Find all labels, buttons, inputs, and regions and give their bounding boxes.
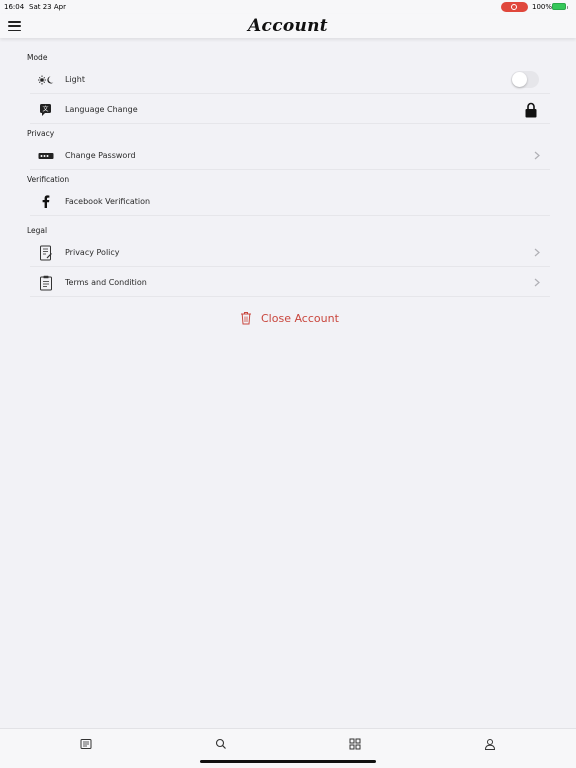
facebook-icon xyxy=(34,190,58,214)
battery-percent: 100% xyxy=(532,3,553,11)
row-label: Light xyxy=(65,75,85,84)
lock-icon xyxy=(525,102,537,118)
chevron-right-icon xyxy=(532,151,542,161)
row-language-change[interactable]: 文 Language Change xyxy=(30,96,550,124)
status-bar: 16:04 Sat 23 Apr 100% xyxy=(0,0,576,14)
row-label: Privacy Policy xyxy=(65,248,120,257)
password-icon xyxy=(34,144,58,168)
row-label: Facebook Verification xyxy=(65,197,151,206)
section-label-mode: Mode xyxy=(27,53,48,62)
trash-icon xyxy=(240,311,252,325)
section-label-privacy: Privacy xyxy=(27,129,55,138)
close-account-label: Close Account xyxy=(261,311,339,325)
row-facebook-verification[interactable]: Facebook Verification xyxy=(30,188,550,216)
search-icon[interactable] xyxy=(214,737,228,751)
light-mode-toggle[interactable] xyxy=(511,71,539,88)
row-light-mode[interactable]: Light xyxy=(30,66,550,94)
home-indicator[interactable] xyxy=(200,760,376,763)
row-label: Terms and Condition xyxy=(65,278,147,287)
grid-icon[interactable] xyxy=(348,737,362,751)
section-label-verification: Verification xyxy=(27,175,70,184)
row-privacy-policy[interactable]: Privacy Policy xyxy=(30,239,550,267)
app-header: Account xyxy=(0,14,576,38)
chevron-right-icon xyxy=(532,278,542,288)
language-icon: 文 xyxy=(34,98,58,122)
row-label: Change Password xyxy=(65,151,136,160)
news-icon[interactable] xyxy=(79,737,93,751)
profile-icon[interactable] xyxy=(483,737,497,751)
status-time: 16:04 xyxy=(4,3,25,11)
sun-moon-icon xyxy=(34,68,58,92)
page-title: Account xyxy=(248,16,328,36)
clipboard-icon xyxy=(34,271,58,295)
row-terms-and-condition[interactable]: Terms and Condition xyxy=(30,269,550,297)
close-account-button[interactable]: Close Account xyxy=(240,308,339,328)
row-change-password[interactable]: Change Password xyxy=(30,142,550,170)
row-label: Language Change xyxy=(65,105,138,114)
screen-recording-icon[interactable] xyxy=(501,2,528,12)
policy-document-icon xyxy=(34,241,58,265)
section-label-legal: Legal xyxy=(27,226,48,235)
chevron-right-icon xyxy=(532,248,542,258)
svg-text:文: 文 xyxy=(42,105,48,113)
battery-icon xyxy=(552,3,568,10)
status-date: Sat 23 Apr xyxy=(29,3,66,11)
